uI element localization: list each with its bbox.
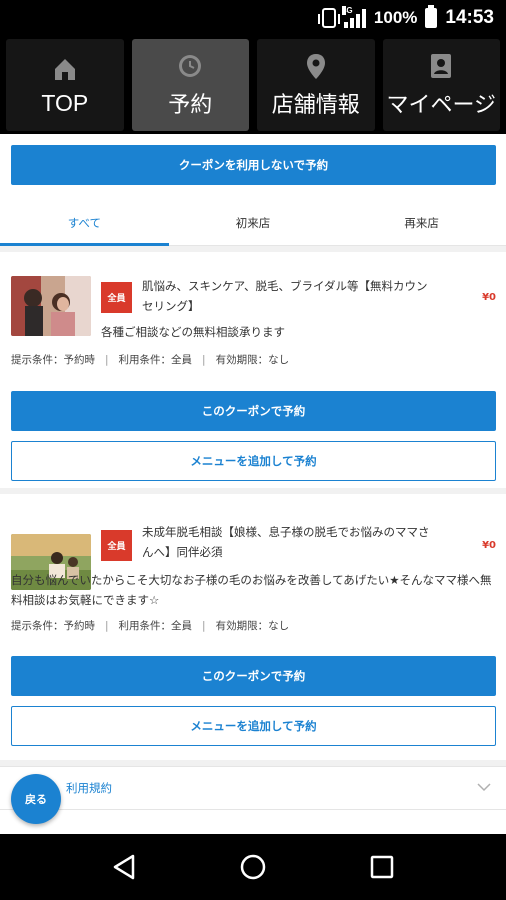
reserve-with-coupon-button[interactable]: このクーポンで予約	[11, 656, 496, 696]
condition-expiry: 有効期限：なし	[215, 620, 290, 632]
battery-percent: 100%	[373, 8, 418, 27]
battery-icon	[425, 5, 438, 28]
recents-nav-icon[interactable]	[362, 847, 402, 887]
target-badge: 全員	[101, 530, 132, 561]
terms-row[interactable]: 利用規約	[0, 766, 506, 810]
reserve-with-coupon-button[interactable]: このクーポンで予約	[11, 391, 496, 431]
home-nav-icon[interactable]	[233, 847, 273, 887]
top-navigation: TOP 予約 店舗情報 マイページ	[0, 36, 506, 134]
home-icon	[50, 54, 80, 84]
condition-present: 提示条件：予約時	[11, 354, 95, 366]
nav-tab-label: TOP	[41, 89, 89, 116]
tab-return-visit[interactable]: 再来店	[337, 200, 506, 245]
coupon-description: 各種ご相談などの無料相談承ります	[101, 325, 285, 339]
separator: |	[105, 619, 109, 632]
nav-tab-reservation[interactable]: 予約	[131, 39, 249, 131]
condition-usage: 利用条件：全員	[118, 354, 193, 366]
location-pin-icon	[301, 51, 331, 81]
nav-tab-my-page[interactable]: マイページ	[382, 39, 500, 131]
separator: |	[105, 353, 109, 366]
coupon-conditions: 提示条件：予約時 | 利用条件：全員 | 有効期限：なし	[11, 618, 289, 633]
add-menu-reserve-button[interactable]: メニューを追加して予約	[11, 441, 496, 481]
clock: 14:53	[445, 7, 494, 28]
coupon-description: 自分も悩んでいたからこそ大切なお子様の毛のお悩みを改善してあげたい★そんなママ様…	[11, 573, 492, 607]
system-navigation-bar	[0, 834, 506, 900]
signal-icon: 4G	[341, 6, 366, 28]
nav-tab-label: 予約	[168, 93, 213, 118]
condition-present: 提示条件：予約時	[11, 620, 95, 632]
terms-link[interactable]: 利用規約	[66, 780, 112, 796]
nav-tab-store-info[interactable]: 店舗情報	[257, 39, 375, 131]
vibrate-icon	[317, 8, 340, 28]
back-nav-icon[interactable]	[104, 847, 144, 887]
coupon-filter-tabs: すべて 初来店 再来店	[0, 200, 506, 246]
target-badge: 全員	[101, 282, 132, 313]
coupon-price: ¥0	[482, 540, 496, 551]
condition-expiry: 有効期限：なし	[215, 354, 290, 366]
tab-first-visit[interactable]: 初来店	[169, 200, 338, 245]
separator: |	[202, 353, 206, 366]
user-card-icon	[426, 51, 456, 81]
coupon-image[interactable]	[11, 276, 91, 336]
clock-icon	[175, 51, 205, 81]
coupon-conditions: 提示条件：予約時 | 利用条件：全員 | 有効期限：なし	[11, 352, 289, 367]
chevron-down-icon	[476, 779, 492, 795]
separator: |	[202, 619, 206, 632]
network-type: 4G	[341, 6, 353, 15]
add-menu-reserve-button[interactable]: メニューを追加して予約	[11, 706, 496, 746]
nav-tab-label: マイページ	[386, 93, 497, 118]
coupon-card: 全員 未成年脱毛相談【娘様、息子様の脱毛でお悩みのママさんへ】同伴必須 ¥0 自…	[0, 494, 506, 754]
coupon-title: 肌悩み、スキンケア、脱毛、ブライダル等【無料カウンセリング】	[142, 279, 428, 313]
content-area: クーポンを利用しないで予約 すべて 初来店 再来店 全員 肌悩み、スキンケア、脱…	[0, 134, 506, 834]
coupon-price: ¥0	[482, 292, 496, 303]
nav-tab-label: 店舗情報	[271, 93, 360, 118]
status-bar: 4G 100% 14:53	[0, 0, 506, 36]
reserve-without-coupon-button[interactable]: クーポンを利用しないで予約	[11, 145, 496, 185]
coupon-card: 全員 肌悩み、スキンケア、脱毛、ブライダル等【無料カウンセリング】 ¥0 各種ご…	[0, 252, 506, 488]
condition-usage: 利用条件：全員	[118, 620, 193, 632]
back-button[interactable]: 戻る	[11, 774, 61, 824]
tab-all[interactable]: すべて	[0, 200, 169, 246]
nav-tab-top[interactable]: TOP	[6, 39, 124, 131]
coupon-title: 未成年脱毛相談【娘様、息子様の脱毛でお悩みのママさんへ】同伴必須	[142, 525, 430, 559]
